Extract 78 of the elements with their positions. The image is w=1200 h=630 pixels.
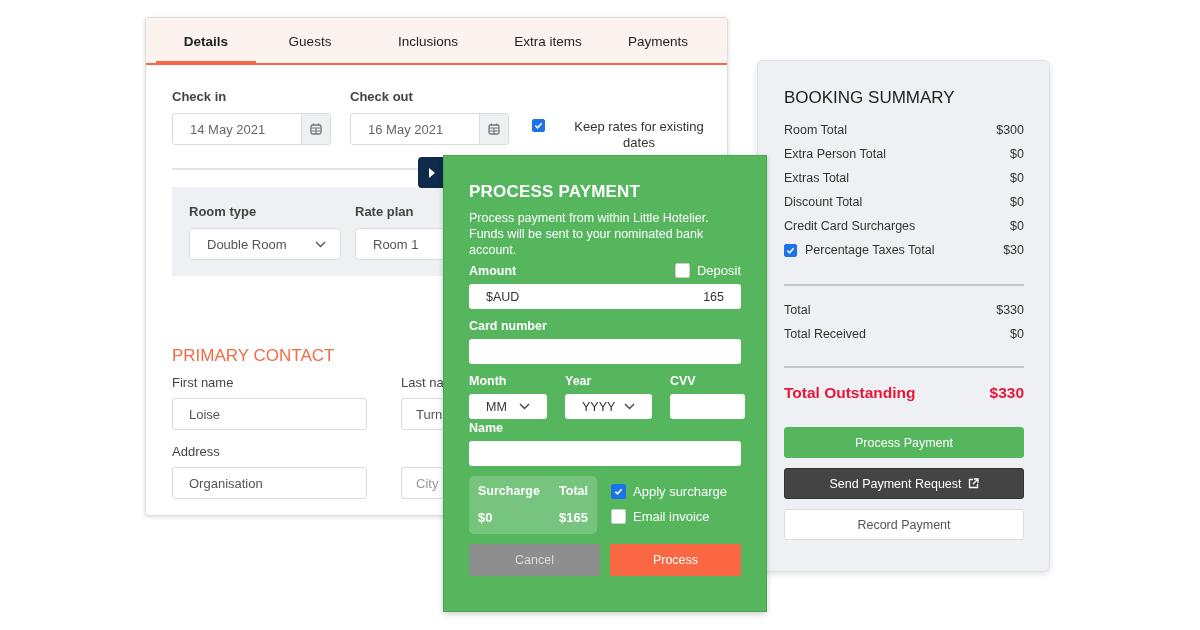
field-label: Year [565, 374, 593, 388]
external-link-icon [967, 478, 979, 489]
summary-label: Extra Person Total [784, 147, 886, 161]
surcharge-label: Surcharge [478, 484, 540, 500]
total-value: $165 [559, 509, 588, 526]
year-select[interactable]: YYYY [565, 394, 652, 419]
dialog-title: PROCESS PAYMENT [469, 182, 642, 202]
action-button[interactable]: Send Payment Request [784, 468, 1024, 499]
summary-label: Total [784, 303, 811, 317]
summary-value: $0 [1010, 147, 1024, 161]
field-label: Check out [350, 89, 414, 104]
summary-value: $0 [1010, 327, 1024, 341]
room-type-select[interactable]: Double Room [189, 228, 341, 260]
summary-value: $0 [1010, 171, 1024, 185]
tab[interactable]: Details [156, 18, 256, 65]
summary-title: BOOKING SUMMARY [784, 88, 956, 108]
field-label: Check in [172, 89, 228, 104]
input-field[interactable]: Loise [172, 398, 367, 430]
total-label: Total [559, 484, 588, 500]
calendar-icon [488, 123, 500, 135]
calendar-icon [310, 123, 322, 135]
checkmark-icon [614, 487, 623, 496]
field-label: Month [469, 374, 508, 388]
summary-label: Percentage Taxes Total [805, 243, 935, 257]
field-label: Room type [189, 204, 258, 219]
checkbox-label: Keep rates for existing dates [573, 119, 705, 151]
chevron-down-icon [519, 403, 530, 410]
date-field[interactable]: 16 May 2021 [350, 113, 509, 145]
checkbox-label: Email invoice [633, 509, 710, 524]
chevron-down-icon [315, 240, 326, 248]
checkbox[interactable] [611, 484, 626, 499]
checkbox[interactable] [784, 243, 797, 257]
summary-value: $30 [1003, 243, 1024, 257]
surcharge-value: $0 [478, 509, 493, 526]
field-label: Amount [469, 263, 517, 278]
field-label: Address [172, 444, 221, 459]
chevron-down-icon [624, 403, 635, 410]
field-label: Rate plan [355, 204, 415, 219]
amount-field[interactable]: $AUD 165 [469, 284, 741, 309]
outstanding-label: Total Outstanding [784, 384, 916, 402]
field-label: Name [469, 421, 504, 435]
summary-label: Total Received [784, 327, 866, 341]
tab[interactable]: Guests [256, 18, 364, 65]
section-title: PRIMARY CONTACT [172, 346, 336, 366]
summary-value: $330 [996, 303, 1024, 317]
summary-value: $0 [1010, 219, 1024, 233]
checkbox[interactable] [532, 119, 545, 132]
date-field[interactable]: 14 May 2021 [172, 113, 331, 145]
name-field[interactable] [469, 441, 741, 466]
checkmark-icon [786, 245, 795, 255]
rate-plan-select[interactable]: Room 1 [355, 228, 444, 260]
summary-label: Credit Card Surcharges [784, 219, 916, 233]
outstanding-value: $330 [989, 384, 1024, 402]
summary-value: $300 [996, 123, 1024, 137]
input-field[interactable]: Organisation [172, 467, 367, 499]
summary-label: Room Total [784, 123, 847, 137]
field-label: Card number [469, 319, 547, 333]
summary-label: Discount Total [784, 195, 863, 209]
field-label: First name [172, 375, 235, 390]
month-select[interactable]: MM [469, 394, 547, 419]
action-button[interactable]: Record Payment [784, 509, 1024, 540]
checkbox-label: Apply surcharge [633, 484, 727, 499]
play-icon [428, 167, 435, 178]
tab[interactable]: Payments [604, 18, 712, 65]
summary-value: $0 [1010, 195, 1024, 209]
checkbox[interactable] [611, 509, 626, 524]
tab[interactable]: Extra items [492, 18, 604, 65]
summary-label: Extras Total [784, 171, 850, 185]
checkmark-icon [534, 121, 543, 130]
checkbox-label: Deposit [696, 263, 741, 278]
panel-toggle-button[interactable] [418, 157, 445, 188]
field-label: Last na [401, 375, 443, 390]
field-label: CVV [670, 374, 697, 388]
checkbox[interactable] [674, 263, 690, 278]
cvv-field[interactable] [670, 394, 745, 419]
tab[interactable]: Inclusions [364, 18, 492, 65]
card-number-field[interactable] [469, 339, 741, 364]
dialog-description: Process payment from within Little Hotelier. Funds will be sent to your nominated bank account. [469, 210, 710, 258]
